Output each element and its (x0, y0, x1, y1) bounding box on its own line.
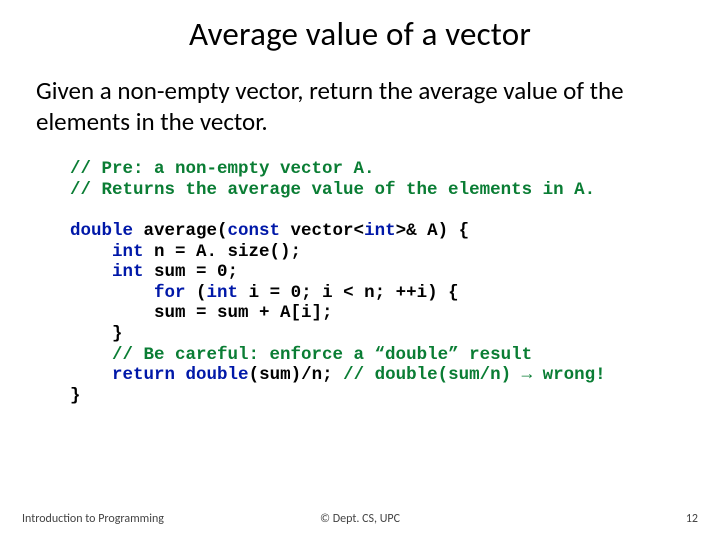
footer-center: © Dept. CS, UPC (0, 512, 720, 526)
sum-accum: sum = sum + A[i]; (154, 303, 333, 323)
kw-int-i: int (207, 283, 239, 303)
footer-page-number: 12 (686, 512, 698, 526)
decl-n: n = A. size(); (144, 242, 302, 262)
kw-for: for (154, 283, 186, 303)
fn-sig-c: >& A) { (396, 221, 470, 241)
code-block: // Pre: a non-empty vector A. // Returns… (0, 137, 720, 407)
fn-sig-a: average( (133, 221, 228, 241)
for-rest: i = 0; i < n; ++i) { (238, 283, 459, 303)
kw-return: return (112, 365, 175, 385)
brace-close-for: } (112, 324, 123, 344)
brace-close-fn: } (70, 386, 81, 406)
ret-space (175, 365, 186, 385)
decl-sum: sum = 0; (144, 262, 239, 282)
kw-int-sum: int (112, 262, 144, 282)
kw-int-tpl: int (364, 221, 396, 241)
kw-const: const (228, 221, 281, 241)
kw-double: double (70, 221, 133, 241)
slide: Average value of a vector Given a non-em… (0, 0, 720, 540)
comment-wrong: // double(sum/n) → wrong! (343, 365, 606, 385)
for-open: ( (186, 283, 207, 303)
comment-careful: // Be careful: enforce a “double” result (112, 345, 532, 365)
problem-statement: Given a non-empty vector, return the ave… (0, 54, 720, 137)
slide-title: Average value of a vector (0, 0, 720, 54)
comment-returns: // Returns the average value of the elem… (70, 180, 595, 200)
ret-expr: (sum)/n; (249, 365, 344, 385)
comment-pre: // Pre: a non-empty vector A. (70, 159, 375, 179)
fn-sig-b: vector< (280, 221, 364, 241)
kw-int-n: int (112, 242, 144, 262)
kw-double-cast: double (186, 365, 249, 385)
